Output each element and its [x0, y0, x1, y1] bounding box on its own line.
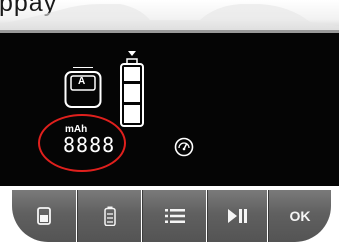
lcd-display [0, 30, 339, 190]
play-pause-icon [227, 209, 248, 223]
battery-level-icon [117, 51, 147, 134]
battery-stack-icon [103, 206, 116, 226]
capacity-highlight-circle [38, 114, 126, 172]
play-pause-button[interactable] [207, 190, 267, 242]
lcd-bezel-line [0, 30, 339, 33]
header-partial-text: ppay [0, 0, 58, 17]
menu-list-icon [164, 208, 185, 224]
slot-indicator-icon [64, 67, 102, 114]
slot-letter: A [78, 76, 86, 87]
battery-stack-button[interactable] [77, 190, 141, 242]
battery-single-icon [37, 207, 51, 225]
gauge-icon [174, 137, 194, 162]
menu-button[interactable] [142, 190, 206, 242]
ok-button-label: OK [289, 208, 311, 224]
